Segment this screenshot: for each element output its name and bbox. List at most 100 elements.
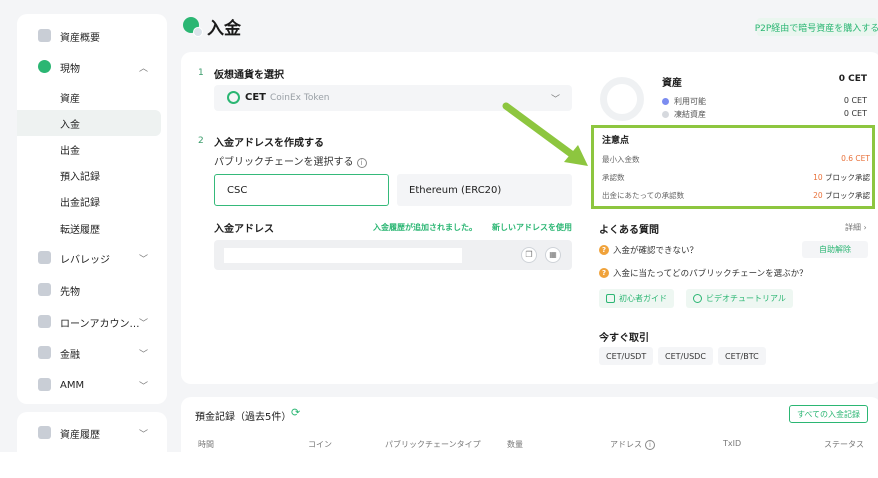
chevron-up-icon: ︿ — [139, 64, 149, 74]
loan-icon — [38, 315, 51, 328]
faq-question-2[interactable]: ? 入金に当たってどのパブリックチェーンを選ぶか？ — [599, 267, 808, 279]
column-header-amount: 数量 — [507, 440, 523, 449]
legend-frozen: 凍結資産 — [662, 109, 706, 120]
legend-available: 利用可能 — [662, 96, 706, 107]
assets-donut-chart — [600, 77, 644, 121]
notice-label: 出金にあたっての承認数 — [602, 191, 685, 200]
pair-button-cet-usdt[interactable]: CET/USDT — [599, 347, 654, 365]
sidebar: 資産概要 現物 ︿ 資産 出金 預入記録 出金記録 転送履歴 レバレッジ ﹀ 先… — [17, 14, 167, 404]
sidebar-subitem-assets[interactable]: 資産 — [17, 84, 162, 110]
coin-symbol: CET — [245, 92, 266, 103]
available-label: 利用可能 — [674, 97, 706, 106]
withdraw-confirm-count: 20 — [813, 191, 823, 200]
info-icon[interactable]: i — [356, 158, 367, 168]
step-title-select-coin: 仮想通貨を選択 — [214, 70, 284, 81]
chain-option-csc[interactable]: CSC — [214, 174, 389, 206]
new-address-link[interactable]: 新しいアドレスを使用 — [492, 222, 572, 233]
chain-select-label: パブリックチェーンを選択する i — [214, 153, 367, 168]
min-deposit-value: 0.6 CET — [841, 154, 870, 163]
info-icon[interactable]: i — [645, 440, 655, 450]
pair-button-cet-usdc[interactable]: CET/USDC — [658, 347, 713, 365]
question-icon: ? — [599, 268, 609, 278]
column-header-time: 時間 — [198, 440, 214, 449]
chevron-down-icon: ﹀ — [139, 430, 149, 440]
self-service-button[interactable]: 自助解除 — [802, 241, 868, 258]
assets-title: 資産 — [662, 78, 682, 89]
column-header-coin: コイン — [308, 440, 332, 449]
chevron-down-icon: ﹀ — [139, 319, 149, 329]
sidebar-item-history[interactable]: 資産履歴 ﹀ — [17, 420, 167, 446]
notice-title: 注意点 — [602, 136, 630, 146]
step-number: 2 — [198, 136, 204, 146]
sidebar-item-leverage[interactable]: レバレッジ ﹀ — [17, 245, 167, 271]
sidebar-item-label: ローンアカウン… — [60, 318, 140, 330]
sidebar-item-label: 資産履歴 — [60, 429, 100, 441]
sidebar-item-label: レバレッジ — [60, 254, 110, 266]
confirm-count: 10 — [813, 173, 823, 182]
coinex-logo-icon — [227, 91, 240, 104]
sidebar-item-loan[interactable]: ローンアカウン… ﹀ — [17, 309, 167, 335]
pair-button-cet-btc[interactable]: CET/BTC — [718, 347, 766, 365]
available-value: 0 CET — [843, 96, 867, 105]
sidebar-subitem-deposit[interactable]: 入金 — [17, 110, 161, 136]
notice-row-withdraw-confirmations: 出金にあたっての承認数 20 ブロック承認 — [602, 190, 870, 201]
sidebar-item-label: 先物 — [60, 286, 80, 298]
refresh-icon[interactable]: ⟳ — [291, 406, 300, 419]
deposit-history-title: 預金記録（過去5件） — [195, 412, 292, 423]
sidebar-subitem-withdraw[interactable]: 出金 — [17, 136, 162, 162]
deposit-icon — [183, 17, 203, 37]
deposit-history-card — [181, 397, 878, 452]
sidebar-item-label: 金融 — [60, 349, 80, 361]
notice-highlight-box: 注意点 最小入金数 0.6 CET 承認数 10 ブロック承認 出金にあたっての… — [591, 125, 875, 209]
faq-question-1[interactable]: ? 入金が確認できない？ — [599, 244, 698, 256]
notice-label: 承認数 — [602, 173, 625, 182]
video-tutorial-button[interactable]: ビデオチュートリアル — [686, 289, 793, 308]
sidebar-item-finance[interactable]: 金融 ﹀ — [17, 340, 167, 366]
chevron-down-icon: ﹀ — [139, 350, 149, 360]
chain-option-erc20[interactable]: Ethereum (ERC20) — [397, 174, 572, 206]
qr-code-icon[interactable]: ▦ — [545, 247, 561, 263]
futures-icon — [38, 283, 51, 296]
copy-icon[interactable]: ❐ — [521, 247, 537, 263]
assets-total: 0 CET — [838, 74, 867, 84]
column-header-txid: TxID — [723, 439, 742, 448]
sidebar-subitem-deposit-records[interactable]: 預入記録 — [17, 162, 162, 188]
notice-row-confirmations: 承認数 10 ブロック承認 — [602, 172, 870, 183]
sidebar-item-amm[interactable]: AMM ﹀ — [17, 372, 167, 398]
overview-icon — [38, 29, 51, 42]
notice-value: 20 ブロック承認 — [813, 190, 870, 201]
notice-label: 最小入金数 — [602, 155, 640, 164]
guide-label: 初心者ガイド — [619, 294, 667, 303]
coin-name: CoinEx Token — [270, 93, 330, 103]
address-added-note: 入金履歴が追加されました。 — [373, 223, 477, 232]
chevron-down-icon: ﹀ — [139, 255, 149, 265]
all-deposit-records-button[interactable]: すべての入金記録 — [789, 405, 868, 423]
column-header-status: ステータス — [824, 440, 864, 449]
spot-icon — [38, 60, 51, 73]
sidebar-subitem-withdraw-records[interactable]: 出金記録 — [17, 188, 162, 214]
sidebar-subitem-transfer-history[interactable]: 転送履歴 — [17, 215, 162, 241]
sidebar-item-futures[interactable]: 先物 — [17, 277, 167, 303]
finance-icon — [38, 346, 51, 359]
faq-more-link[interactable]: 詳細 › — [845, 222, 867, 233]
sidebar-item-label: 現物 — [60, 63, 80, 75]
sidebar-item-spot[interactable]: 現物 ︿ — [17, 54, 167, 80]
question-icon: ? — [599, 245, 609, 255]
chevron-down-icon: ﹀ — [551, 95, 561, 105]
available-dot-icon — [662, 98, 669, 105]
video-label: ビデオチュートリアル — [706, 294, 786, 303]
beginner-guide-button[interactable]: 初心者ガイド — [599, 289, 674, 308]
deposit-address-box: ❐ ▦ — [214, 240, 572, 270]
chevron-down-icon: ﹀ — [139, 382, 149, 392]
notice-row-min-deposit: 最小入金数 0.6 CET — [602, 154, 870, 165]
frozen-dot-icon — [662, 111, 669, 118]
page-title: 入金 — [207, 19, 241, 39]
p2p-buy-link[interactable]: P2P経由で暗号資産を購入する — [755, 18, 878, 36]
coin-select[interactable]: CET CoinEx Token ﹀ — [214, 85, 572, 111]
chain-select-label-text: パブリックチェーンを選択する — [214, 157, 354, 168]
history-icon — [38, 426, 51, 439]
step-title-create-address: 入金アドレスを作成する — [214, 138, 324, 149]
faq-title: よくある質問 — [599, 225, 659, 236]
withdraw-confirm-unit: ブロック承認 — [822, 191, 870, 200]
sidebar-item-overview[interactable]: 資産概要 — [17, 23, 167, 49]
